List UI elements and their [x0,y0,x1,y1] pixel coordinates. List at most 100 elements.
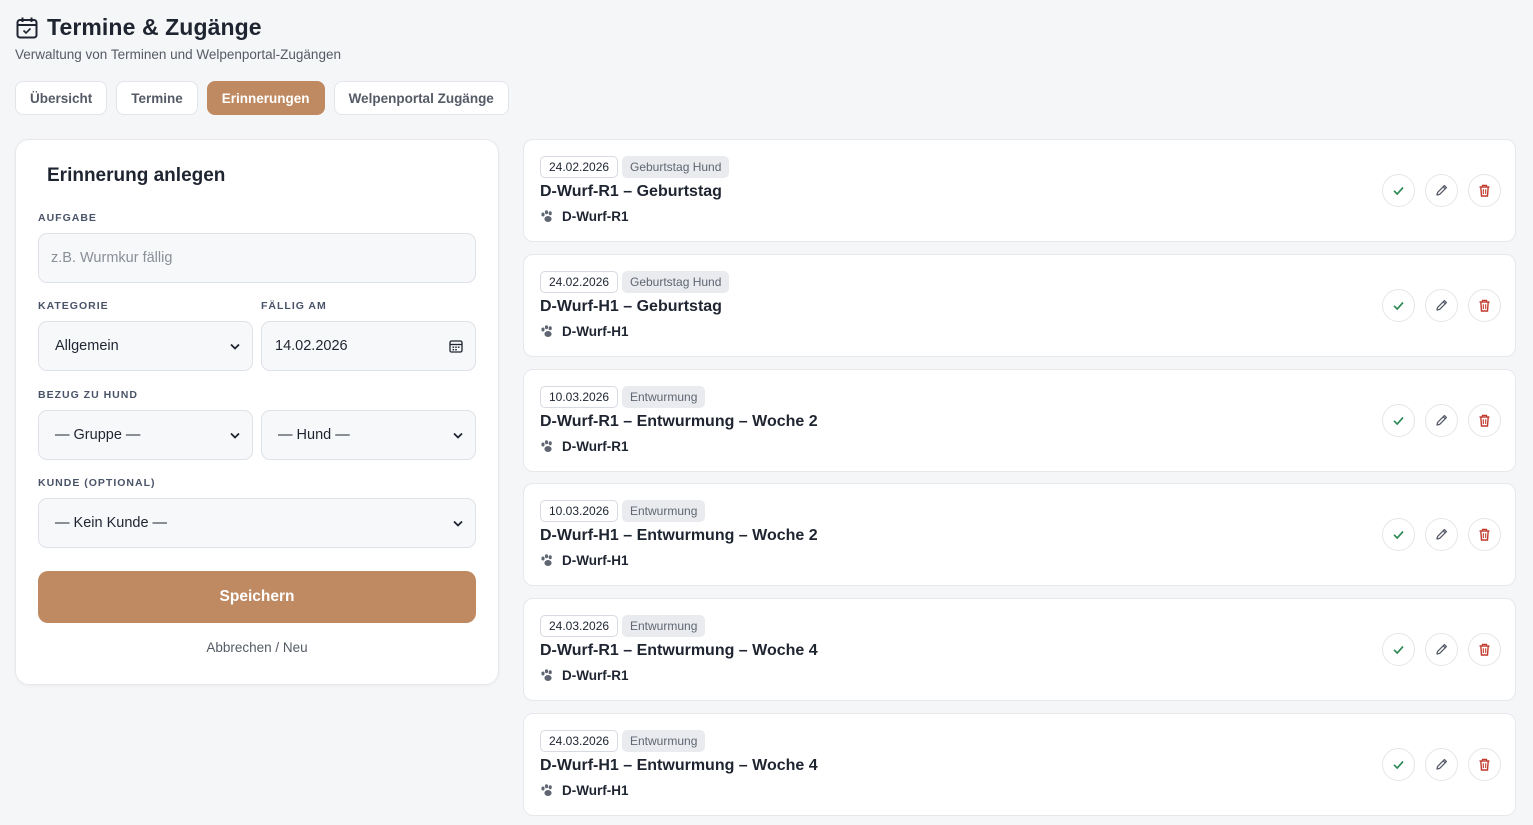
paw-icon [541,210,552,222]
chevron-down-icon [230,343,240,350]
mark-done-button[interactable] [1382,403,1415,437]
trash-icon [1479,643,1490,656]
date-badge: 24.02.2026 [540,156,619,178]
category-value: Allgemein [55,338,119,354]
due-date-value: 14.02.2026 [275,338,348,354]
cancel-new-link[interactable]: Abbrechen / Neu [16,640,498,655]
reminder-form-card: Erinnerung anlegen Aufgabe z.B. Wurmkur … [15,139,499,685]
mark-done-button[interactable] [1382,288,1415,322]
reminder-item: 24.03.2026 Entwurmung D-Wurf-H1 – Entwur… [523,713,1516,816]
reminder-actions [1382,174,1501,207]
edit-button[interactable] [1425,403,1458,437]
edit-button[interactable] [1425,518,1458,552]
tab-puppy-portal-access[interactable]: Welpenportal Zugänge [333,81,509,115]
reminder-actions [1382,403,1501,437]
trash-icon [1479,758,1490,771]
calendar-icon[interactable] [449,339,463,353]
reminder-item: 24.02.2026 Geburtstag Hund D-Wurf-H1 – G… [523,253,1516,357]
dog-value: — Hund — [278,427,350,443]
delete-button[interactable] [1468,288,1501,322]
category-badge: Geburtstag Hund [622,270,730,293]
pencil-icon [1436,529,1448,541]
reminder-dog: D-Wurf-R1 [540,209,629,224]
save-button[interactable]: Speichern [38,571,476,623]
reminder-title: D-Wurf-H1 – Entwurmung – Woche 4 [540,757,818,774]
reminder-actions [1382,748,1501,781]
dog-name[interactable]: D-Wurf-R1 [562,668,629,683]
check-icon [1393,186,1404,196]
delete-button[interactable] [1468,174,1501,207]
edit-button[interactable] [1425,174,1458,207]
reminder-actions [1382,288,1501,322]
mark-done-button[interactable] [1382,174,1415,207]
trash-icon [1479,184,1490,197]
due-date-label: Fällig am [261,300,327,312]
pencil-icon [1436,758,1448,770]
paw-icon [541,324,552,337]
reminder-title: D-Wurf-R1 – Geburtstag [540,183,722,200]
delete-button[interactable] [1468,518,1501,552]
mark-done-button[interactable] [1382,518,1415,552]
date-badge: 24.02.2026 [540,270,619,293]
task-label: Aufgabe [38,212,97,224]
reminder-item: 24.03.2026 Entwurmung D-Wurf-R1 – Entwur… [523,598,1516,702]
dog-select[interactable]: — Hund — [261,410,476,460]
dog-name[interactable]: D-Wurf-H1 [562,324,629,339]
category-badge: Geburtstag Hund [622,156,730,178]
mark-done-button[interactable] [1382,633,1415,667]
edit-button[interactable] [1425,748,1458,781]
date-badge: 24.03.2026 [540,615,619,638]
reminder-dog: D-Wurf-H1 [540,783,629,798]
category-select[interactable]: Allgemein [38,321,253,371]
reminder-title: D-Wurf-H1 – Geburtstag [540,297,722,315]
dog-name[interactable]: D-Wurf-H1 [562,553,629,568]
reminder-item: 10.03.2026 Entwurmung D-Wurf-H1 – Entwur… [523,483,1516,587]
chevron-down-icon [230,432,240,439]
edit-button[interactable] [1425,288,1458,322]
dog-name[interactable]: D-Wurf-R1 [562,439,629,454]
check-icon [1393,646,1404,655]
group-select[interactable]: — Gruppe — [38,410,253,460]
reminder-dog: D-Wurf-R1 [540,668,629,683]
pencil-icon [1436,414,1448,426]
due-date-input[interactable]: 14.02.2026 [261,321,476,371]
tab-appointments[interactable]: Termine [116,81,198,115]
date-badge: 10.03.2026 [540,385,619,408]
chevron-down-icon [453,520,463,527]
reminder-actions [1382,518,1501,552]
mark-done-button[interactable] [1382,748,1415,781]
reminder-dog: D-Wurf-H1 [540,324,629,339]
edit-button[interactable] [1425,633,1458,667]
page-header: Termine & Zugänge Verwaltung von Termine… [15,14,341,62]
tab-overview[interactable]: Übersicht [15,81,108,115]
dog-reference-label: Bezug zu Hund [38,389,138,401]
delete-button[interactable] [1468,403,1501,437]
reminder-title: D-Wurf-H1 – Entwurmung – Woche 2 [540,527,818,545]
dog-name[interactable]: D-Wurf-H1 [562,783,629,798]
category-label: Kategorie [38,300,109,312]
reminder-actions [1382,633,1501,667]
page-subtitle: Verwaltung von Terminen und Welpenportal… [15,47,341,62]
pencil-icon [1436,644,1448,655]
reminder-item: 24.02.2026 Geburtstag Hund D-Wurf-R1 – G… [523,139,1516,242]
delete-button[interactable] [1468,748,1501,781]
customer-select[interactable]: — Kein Kunde — [38,498,476,548]
date-badge: 10.03.2026 [540,500,619,523]
trash-icon [1479,529,1490,542]
check-icon [1393,301,1404,311]
date-badge: 24.03.2026 [540,730,619,752]
paw-icon [541,669,552,682]
dog-name[interactable]: D-Wurf-R1 [562,209,629,224]
group-value: — Gruppe — [55,427,141,443]
reminder-title: D-Wurf-R1 – Entwurmung – Woche 4 [540,642,818,660]
task-input[interactable]: z.B. Wurmkur fällig [38,233,476,283]
paw-icon [541,439,552,452]
tab-reminders[interactable]: Erinnerungen [206,81,325,115]
category-badge: Entwurmung [622,730,706,752]
calendar-check-icon [15,16,39,40]
reminder-title: D-Wurf-R1 – Entwurmung – Woche 2 [540,412,818,430]
category-badge: Entwurmung [622,615,706,638]
trash-icon [1479,414,1490,427]
delete-button[interactable] [1468,633,1501,667]
pencil-icon [1436,184,1448,196]
